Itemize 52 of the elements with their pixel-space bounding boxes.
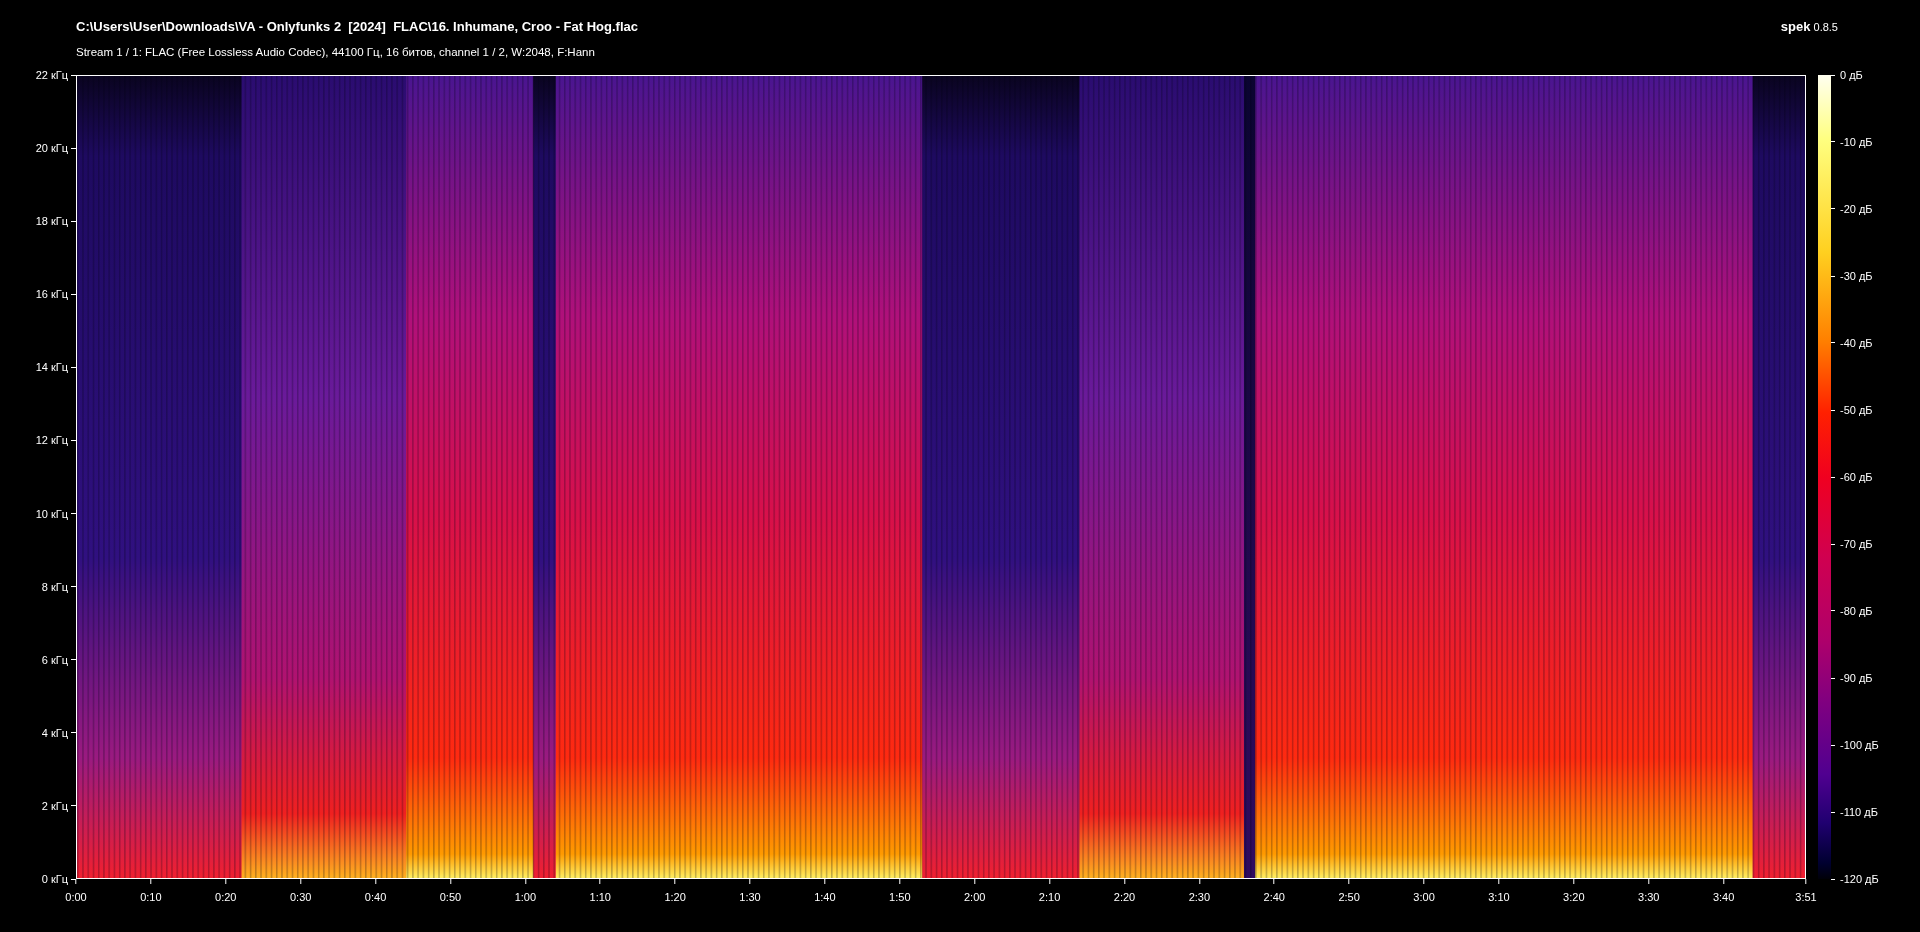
time-label: 1:00: [514, 891, 537, 903]
time-label: 2:50: [1338, 891, 1360, 903]
level-label: -90 дБ: [1840, 672, 1873, 684]
frequency-label: 22 кГц: [35, 69, 68, 81]
file-path-title: C:\Users\User\Downloads\VA - Onlyfunks 2 [2024] FLAC\16. Inhumane, Croo - Fat Hog.flac: [76, 19, 638, 34]
app-version-label: spek 0.8.5: [1780, 19, 1838, 34]
frequency-label: 20 кГц: [35, 142, 68, 155]
time-label: 0:30: [289, 891, 312, 903]
time-label: 3:40: [1712, 891, 1735, 903]
time-label: 1:20: [664, 891, 686, 903]
level-label: -120 дБ: [1840, 873, 1879, 885]
level-label: -40 дБ: [1840, 337, 1873, 349]
time-label: 3:00: [1413, 891, 1435, 903]
frequency-label: 6 кГц: [41, 653, 68, 666]
level-label: -30 дБ: [1840, 270, 1873, 282]
frequency-label: 12 кГц: [35, 434, 68, 447]
time-label: 1:40: [814, 891, 836, 903]
frequency-label: 8 кГц: [41, 580, 68, 593]
frequency-label: 4 кГц: [41, 726, 68, 739]
time-label: 2:10: [1038, 891, 1061, 903]
time-label: 0:00: [65, 891, 87, 903]
time-label: 3:51: [1795, 891, 1817, 903]
time-label: 0:20: [215, 891, 237, 903]
time-label: 1:30: [739, 891, 761, 903]
level-label: -10 дБ: [1840, 136, 1873, 148]
time-label: 2:20: [1113, 891, 1136, 903]
level-label: -110 дБ: [1840, 806, 1878, 818]
time-label: 2:40: [1263, 891, 1285, 903]
time-label: 0:40: [364, 891, 387, 903]
time-label: 1:10: [589, 891, 611, 903]
level-label: -70 дБ: [1840, 538, 1873, 550]
level-label: 0 дБ: [1840, 69, 1863, 81]
frequency-label: 18 кГц: [35, 215, 68, 228]
level-label: -100 дБ: [1840, 739, 1879, 751]
time-label: 2:00: [964, 891, 986, 903]
time-label: 1:50: [889, 891, 911, 903]
frequency-label: 0 кГц: [41, 873, 68, 885]
frequency-label: 14 кГц: [35, 361, 68, 374]
time-label: 3:20: [1563, 891, 1585, 903]
level-label: -80 дБ: [1840, 605, 1873, 617]
frequency-label: 16 кГц: [35, 288, 68, 301]
level-label: -50 дБ: [1840, 404, 1873, 416]
stream-info: Stream 1 / 1: FLAC (Free Lossless Audio Codec), 44100 Гц, 16 битов, channel 1 / 2, W:2048, F:Hann: [76, 46, 595, 58]
time-label: 3:10: [1488, 891, 1510, 903]
frequency-label: 10 кГц: [35, 507, 68, 520]
level-label: -60 дБ: [1840, 471, 1873, 483]
time-label: 3:30: [1638, 891, 1660, 903]
time-label: 0:10: [140, 891, 162, 903]
level-label: -20 дБ: [1840, 203, 1873, 215]
frequency-label: 2 кГц: [41, 799, 68, 812]
time-label: 2:30: [1188, 891, 1211, 903]
time-label: 0:50: [439, 891, 462, 903]
